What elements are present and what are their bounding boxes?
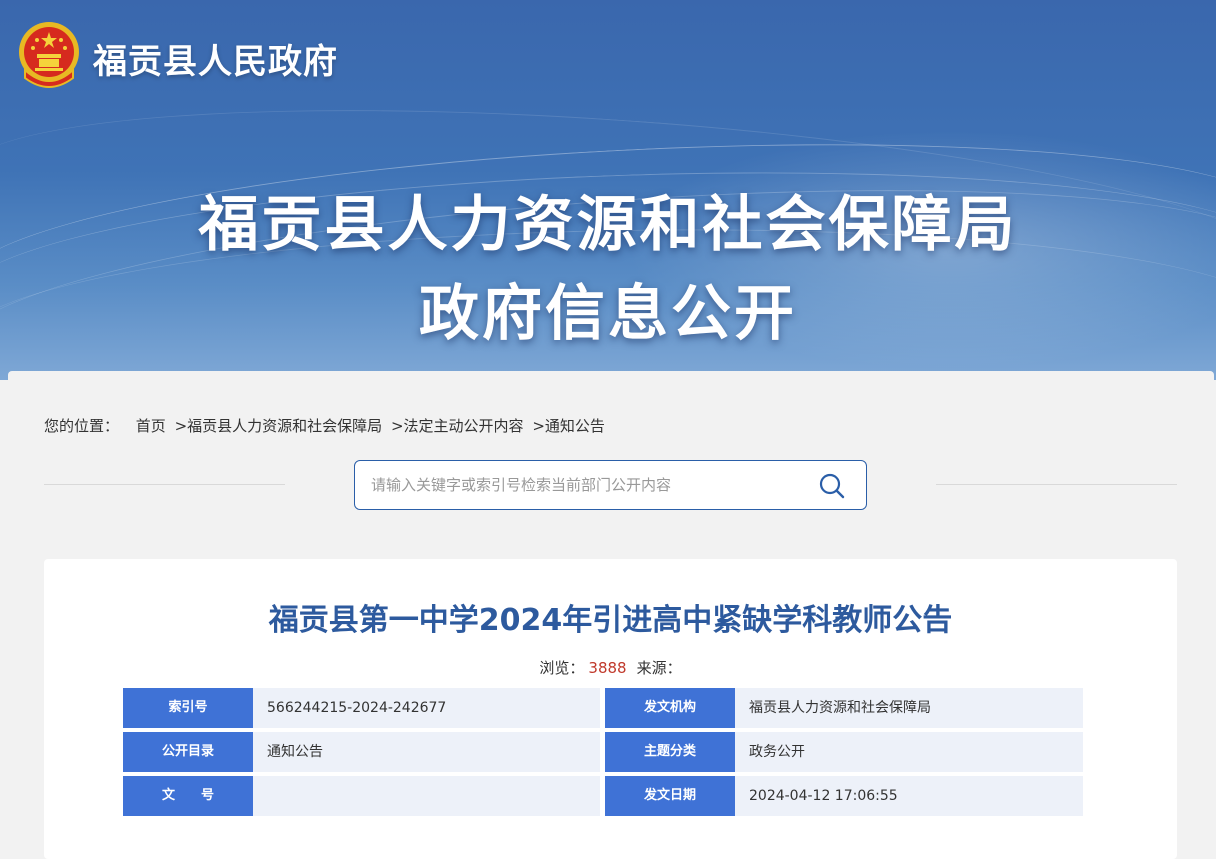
topic-label: 主题分类 (605, 732, 740, 772)
document-number-value (253, 776, 600, 816)
catalog-label: 公开目录 (123, 732, 258, 772)
divider-left (44, 484, 285, 485)
breadcrumb-department[interactable]: >福贡县人力资源和社会保障局 (175, 417, 383, 435)
section-title: 政府信息公开 (419, 279, 797, 349)
info-row: 索引号 566244215-2024-242677 发文机构 福贡县人力资源和社… (123, 688, 1083, 728)
header-banner: 福贡县人民政府 福贡县人力资源和社会保障局 政府信息公开 (0, 0, 1216, 380)
gov-name[interactable]: 福贡县人民政府 (93, 34, 338, 83)
source-label: 来源： (636, 659, 682, 677)
search-icon[interactable] (817, 471, 847, 501)
index-number-value: 566244215-2024-242677 (253, 688, 600, 728)
breadcrumb: 您的位置： 首页 >福贡县人力资源和社会保障局 >法定主动公开内容 >通知公告 (44, 415, 609, 436)
breadcrumb-category[interactable]: >法定主动公开内容 (391, 417, 524, 435)
views-count: 3888 (588, 659, 627, 677)
issuing-agency-label: 发文机构 (605, 688, 740, 728)
department-title: 福贡县人力资源和社会保障局 (198, 190, 1018, 260)
national-emblem-icon[interactable] (17, 20, 81, 90)
divider-right (936, 484, 1177, 485)
index-number-label: 索引号 (123, 688, 258, 728)
topic-value: 政务公开 (735, 732, 1083, 772)
issue-date-label: 发文日期 (605, 776, 740, 816)
issuing-agency-value: 福贡县人力资源和社会保障局 (735, 688, 1083, 728)
issue-date-value: 2024-04-12 17:06:55 (735, 776, 1083, 816)
info-row: 文 号 发文日期 2024-04-12 17:06:55 (123, 776, 1083, 816)
breadcrumb-home[interactable]: 首页 (136, 417, 166, 435)
breadcrumb-current[interactable]: >通知公告 (532, 417, 605, 435)
breadcrumb-prefix: 您的位置： (44, 417, 120, 435)
catalog-value: 通知公告 (253, 732, 600, 772)
search-input[interactable] (369, 471, 813, 499)
article-title: 福贡县第一中学2024年引进高中紧缺学科教师公告 (268, 603, 953, 638)
article-card: 福贡县第一中学2024年引进高中紧缺学科教师公告 浏览： 3888 来源： 索引号 … (44, 559, 1177, 859)
info-row: 公开目录 通知公告 主题分类 政务公开 (123, 732, 1083, 772)
article-meta: 浏览： 3888 来源： (44, 657, 1177, 678)
main-panel: 您的位置： 首页 >福贡县人力资源和社会保障局 >法定主动公开内容 >通知公告 … (8, 371, 1214, 859)
views-label: 浏览： (539, 659, 585, 677)
search-box (354, 460, 867, 510)
document-number-label: 文 号 (123, 776, 258, 816)
